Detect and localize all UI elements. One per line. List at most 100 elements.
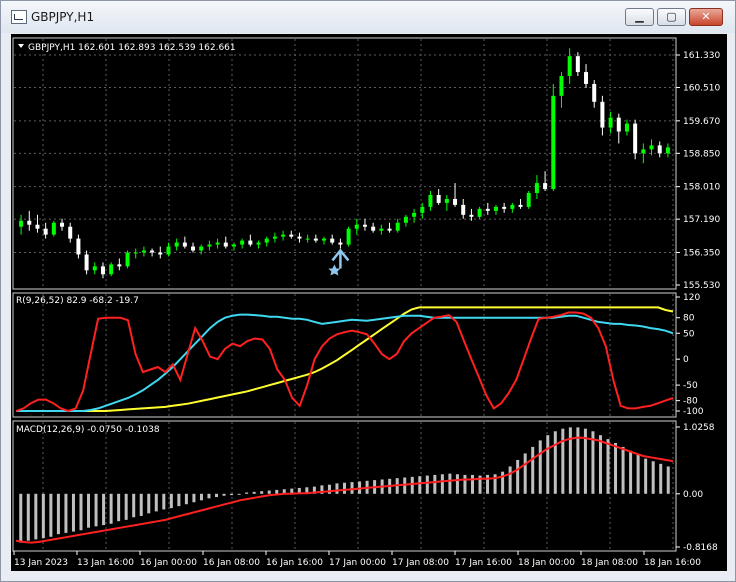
macd-histogram-bar [651,461,655,494]
macd-histogram-bar [636,454,640,494]
price-label: 157.190 [683,215,720,225]
rvi-cyan-line [16,313,674,412]
candle-body [322,238,327,241]
candle-body [92,266,97,271]
macd-histogram-bar [629,450,633,494]
macd-histogram-bar [237,493,241,495]
candle-body [338,242,343,245]
macd-histogram-bar [94,493,98,527]
candle-body [125,252,130,267]
candle-body [371,226,376,231]
candle-body [592,83,597,102]
candle-body [534,183,539,193]
minimize-icon: ▁ [635,10,644,23]
candle-body [191,246,196,251]
macd-histogram-bar [49,493,53,537]
rvi-red-line [15,311,674,413]
macd-histogram-bar [215,493,219,498]
rvi-scale-label: 80 [683,314,695,324]
candle-body [231,244,236,247]
candle-body [199,246,204,251]
candle-body [35,224,40,229]
candle-body [657,145,662,154]
chart-canvas[interactable]: 161.330 160.510 159.670 158.850 158.010 157.1… [11,34,727,571]
candle-body [60,222,65,227]
price-label: 158.010 [683,183,720,193]
candle-body [305,238,310,240]
candle-body [289,234,294,237]
time-label: 18 Jan 08:00 [581,558,638,568]
time-label: 17 Jan 16:00 [455,558,512,568]
window-title: GBPJPY,H1 [31,10,95,24]
maximize-button[interactable]: ▢ [657,8,686,26]
macd-histogram-bar [267,490,271,494]
candle-body [68,226,73,239]
candle-body [428,194,433,207]
macd-histogram-bar [222,493,226,496]
candle-body [84,254,89,271]
chart-svg[interactable]: 161.330 160.510 159.670 158.850 158.010 157.1… [11,34,727,571]
rvi-scale-label: -80 [683,397,698,407]
main-pane[interactable] [12,37,677,290]
macd-histogram-bar [184,493,188,505]
macd-signal-line [15,436,674,544]
macd-histogram-bar [531,446,535,494]
chart-icon [11,10,27,24]
candle-body [379,228,384,231]
candle-body [150,250,155,253]
candle-body [608,117,613,128]
candle-body [43,228,48,235]
macd-histogram-bar [455,474,459,494]
macd-histogram-bar [230,493,234,496]
price-label: 155.530 [683,281,720,291]
time-label: 17 Jan 00:00 [329,558,386,568]
macd-histogram-bar [425,475,429,494]
macd-histogram-bar [177,493,181,507]
candle-body [412,212,417,217]
macd-histogram-bar [418,476,422,494]
macd-histogram-bar [260,491,264,494]
candle-body [567,56,572,77]
macd-histogram-bar [41,493,45,539]
candle-body [624,123,629,132]
macd-header: MACD(12,26,9) -0.0750 -0.1038 [16,425,160,435]
macd-histogram-bar [606,439,610,494]
time-label: 16 Jan 16:00 [266,558,323,568]
macd-histogram-bar [501,471,505,494]
macd-histogram-bar [162,493,166,510]
candle-body [510,204,515,209]
candle-body [633,123,638,154]
candle-body [354,224,359,229]
macd-histogram-bar [245,492,249,494]
window-titlebar[interactable]: GBPJPY,H1 ▁ ▢ ✕ [1,1,735,33]
minimize-button[interactable]: ▁ [625,8,654,26]
macd-histogram-bar [124,493,128,520]
candle-body [461,204,466,215]
macd-histogram-bar [26,493,30,541]
macd-histogram-bar [79,493,83,531]
macd-histogram-bar [561,428,565,494]
macd-histogram-bar [147,493,151,514]
macd-histogram-bar [644,458,648,494]
candle-body [215,242,220,245]
candle-body [166,246,171,255]
close-icon: ✕ [701,10,711,23]
candle-body [403,216,408,223]
time-label: 16 Jan 00:00 [140,558,197,568]
candle-body [264,238,269,243]
candle-body [420,206,425,213]
candle-body [559,76,564,96]
dropdown-triangle-icon[interactable] [18,44,24,48]
candle-body [182,242,187,247]
candle-body [141,250,146,253]
price-label: 156.350 [683,248,720,258]
macd-scale-label: 0.00 [683,490,703,500]
candle-body [469,214,474,217]
macd-histogram-bar [448,473,452,494]
candle-body [551,95,556,190]
maximize-icon: ▢ [666,10,677,23]
close-button[interactable]: ✕ [689,8,723,26]
macd-histogram-bar [666,466,670,494]
candle-body [665,147,670,154]
candle-body [649,145,654,150]
